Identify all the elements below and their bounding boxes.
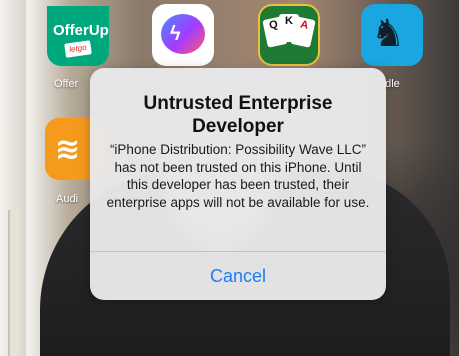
wallpaper-door-trim [8, 210, 20, 356]
solitaire-app-icon[interactable]: Q K A [258, 4, 320, 66]
ace-card-icon: A [290, 16, 316, 48]
messenger-app-icon[interactable]: ϟ [152, 4, 214, 66]
untrusted-developer-alert: Untrusted Enterprise Developer “iPhone D… [90, 68, 386, 300]
kindle-app-icon[interactable]: ♞ [361, 4, 423, 66]
letgo-tag-icon: letgo [64, 40, 92, 58]
audible-waves-icon: ≋ [55, 133, 81, 166]
alert-message: “iPhone Distribution: Possibility Wave L… [106, 142, 370, 210]
alert-title: Untrusted Enterprise Developer [143, 93, 333, 137]
offerup-logo-text: OfferUp [53, 22, 109, 39]
messenger-bubble-icon [161, 14, 205, 54]
kindle-reader-icon: ♞ [371, 13, 406, 55]
kindle-app-label: ndle [379, 78, 400, 90]
cancel-button[interactable]: Cancel [90, 252, 386, 300]
offerup-app-icon[interactable]: OfferUp letgo [47, 6, 109, 66]
messenger-bolt-icon: ϟ [170, 23, 181, 45]
